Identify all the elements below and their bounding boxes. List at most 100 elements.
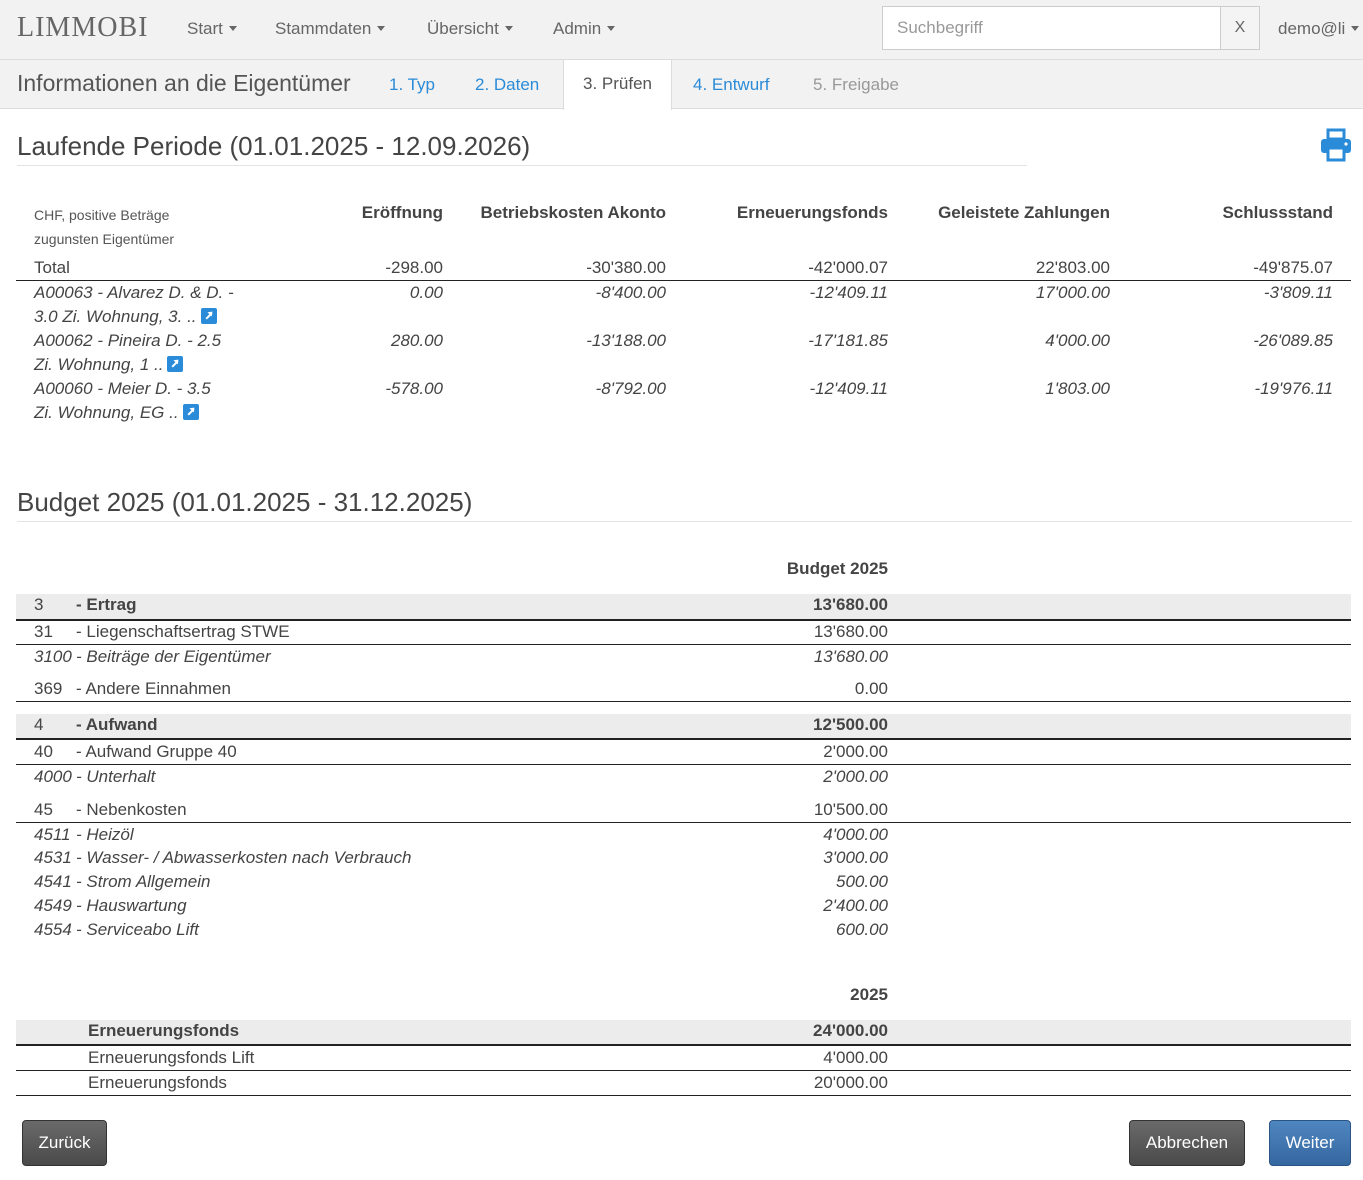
owner-value: -3'809.11 [1263,283,1333,302]
owner-row-label: 3.0 Zi. Wohnung, 3. .. [34,307,217,327]
nav-menu-stammdaten[interactable]: Stammdaten [275,19,386,39]
divider [16,1070,1351,1071]
search-clear-button[interactable]: X [1220,6,1260,50]
owner-unit: Zi. Wohnung, EG .. [34,403,179,422]
fonds-col-header: 2025 [850,985,888,1004]
nav-menu-label: Admin [553,19,602,38]
group-band [16,714,1351,739]
top-navbar: LIMMOBI Start Stammdaten Übersicht Admin… [0,0,1363,60]
divider [16,1044,1351,1046]
budget-row-num: 4 [34,715,44,734]
caret-down-icon [504,26,513,31]
budget-row-num: 4000 [34,767,72,786]
divider [16,822,1351,823]
owner-unit: 3.0 Zi. Wohnung, 3. .. [34,307,197,326]
print-icon[interactable] [1319,128,1353,162]
user-name: demo@li [1278,19,1346,38]
back-button[interactable]: Zurück [22,1120,107,1166]
owner-name: A00063 - Alvarez D. & D. - [34,283,234,302]
owner-value: 4'000.00 [1045,331,1110,350]
total-value: -30'380.00 [586,258,666,277]
external-link-icon[interactable] [167,356,184,372]
owner-value: -13'188.00 [586,331,666,350]
external-link-icon[interactable] [200,308,217,324]
divider [16,644,1351,645]
budget-row-value: 13'680.00 [813,647,888,666]
col-header-schlussstand: Schlussstand [1222,203,1333,222]
owner-name: A00060 - Meier D. - 3.5 [34,379,211,398]
nav-menu-admin[interactable]: Admin [553,19,616,39]
budget-row-label: - Andere Einnahmen [76,679,231,698]
owner-value: -12'409.11 [809,379,888,398]
search-input[interactable] [882,6,1221,50]
nav-menu-label: Übersicht [427,19,499,38]
next-button[interactable]: Weiter [1269,1120,1351,1166]
budget-row-value: 500.00 [836,872,888,891]
budget-row-label: - Wasser- / Abwasserkosten nach Verbrauc… [76,848,412,867]
budget-row-num: 4531 [34,848,72,867]
divider [16,738,1351,740]
budget-row-label: - Aufwand Gruppe 40 [76,742,237,761]
budget-row-num: 45 [34,800,53,819]
wizard-step-freigabe: 5. Freigabe [813,75,899,94]
wizard-step-entwurf[interactable]: 4. Entwurf [693,75,770,95]
nav-menu-start[interactable]: Start [187,19,237,39]
budget-row-value: 13'680.00 [813,622,888,641]
owner-value: 1'803.00 [1045,379,1110,398]
owner-value: -8'792.00 [595,379,666,398]
budget-row-value: 12'500.00 [813,715,888,734]
budget-row-value: 2'000.00 [823,742,888,761]
caret-down-icon [1351,26,1360,31]
page-title: Informationen an die Eigentümer [17,70,351,96]
budget-row-num: 3 [34,595,44,614]
owner-value: 280.00 [391,331,443,350]
owner-row-label: A00062 - Pineira D. - 2.5 [34,331,221,351]
currency-note-line: CHF, positive Beträge [34,207,170,223]
owner-row-label: A00060 - Meier D. - 3.5 [34,379,211,399]
user-menu[interactable]: demo@li [1278,19,1360,39]
col-header-erneuerungsfonds: Erneuerungsfonds [736,203,888,222]
col-header-eroeffnung: Eröffnung [361,203,443,222]
total-value: -298.00 [385,258,443,277]
brand-logo[interactable]: LIMMOBI [17,12,148,44]
budget-row-label: - Hauswartung [76,896,187,915]
budget-row-label: - Liegenschaftsertrag STWE [76,622,290,641]
currency-note: CHF, positive Beträge zugunsten Eigentüm… [34,203,174,251]
cancel-button[interactable]: Abbrechen [1129,1120,1245,1166]
caret-down-icon [228,26,237,31]
wizard-step-typ[interactable]: 1. Typ [389,75,435,95]
owner-value: -19'976.11 [1254,379,1333,398]
external-link-icon[interactable] [182,404,199,420]
period-title: Laufende Periode (01.01.2025 - 12.09.202… [17,131,1027,166]
col-header-betriebskosten: Betriebskosten Akonto [480,203,666,222]
owner-value: 17'000.00 [1035,283,1110,302]
owner-name: A00062 - Pineira D. - 2.5 [34,331,222,350]
caret-down-icon [607,26,616,31]
budget-row-num: 40 [34,742,53,761]
budget-row-label: - Strom Allgemein [76,872,211,891]
budget-row-value: 3'000.00 [823,848,888,867]
budget-row-label: - Unterhalt [76,767,156,786]
budget-row-label: - Serviceabo Lift [76,920,199,939]
budget-row-value: 2'000.00 [823,767,888,786]
divider [16,1095,1351,1096]
owner-value: -17'181.85 [808,331,888,350]
budget-row-num: 4549 [34,896,72,915]
currency-note-line: zugunsten Eigentümer [34,231,175,247]
divider [16,701,1351,702]
nav-menu-label: Start [187,19,223,38]
nav-menu-uebersicht[interactable]: Übersicht [427,19,513,39]
total-value: -49'875.07 [1253,258,1333,277]
budget-row-value: 10'500.00 [813,800,888,819]
owner-row-label: Zi. Wohnung, EG .. [34,403,199,423]
fonds-row-label: Erneuerungsfonds [88,1021,240,1040]
budget-col-header: Budget 2025 [786,559,888,578]
budget-row-num: 4541 [34,872,72,891]
wizard-step-daten[interactable]: 2. Daten [475,75,539,95]
divider [16,764,1351,765]
fonds-row-value: 20'000.00 [813,1073,888,1092]
budget-row-label: - Ertrag [76,595,137,614]
fonds-row-label: Erneuerungsfonds Lift [88,1048,255,1067]
wizard-step-pruefen[interactable]: 3. Prüfen [563,60,672,110]
divider [16,619,1351,621]
